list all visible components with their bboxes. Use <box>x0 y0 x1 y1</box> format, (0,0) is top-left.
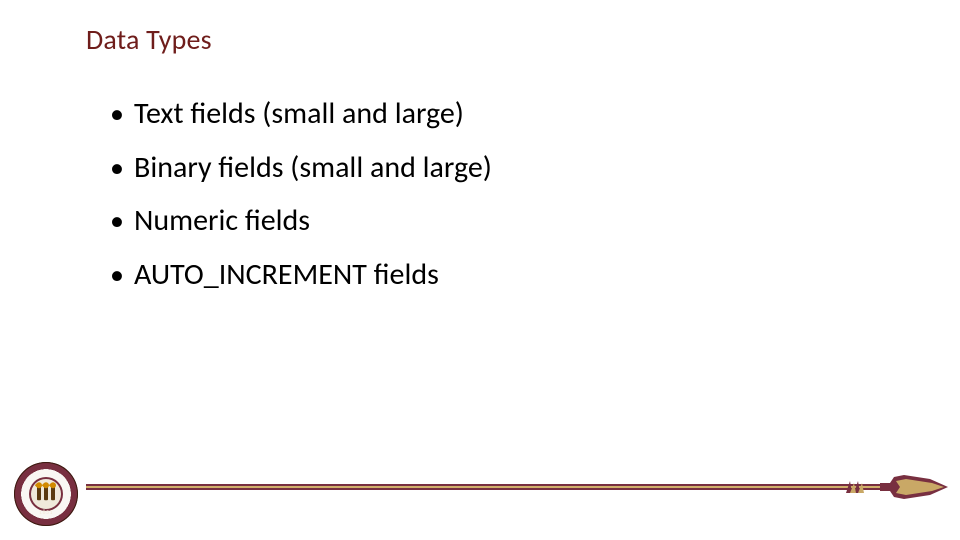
university-seal-icon: 1851 <box>14 462 78 526</box>
list-item: • AUTO_INCREMENT fields <box>110 256 492 294</box>
list-item: • Numeric fields <box>110 202 492 240</box>
bullet-icon: • <box>110 207 134 235</box>
list-item-text: AUTO_INCREMENT fields <box>134 256 439 294</box>
list-item-text: Text fields (small and large) <box>134 95 464 133</box>
slide-title: Data Types <box>86 22 212 57</box>
seal-year: 1851 <box>39 508 53 516</box>
bullet-list: • Text fields (small and large) • Binary… <box>110 95 492 309</box>
bullet-icon: • <box>110 261 134 289</box>
list-item-text: Binary fields (small and large) <box>134 149 492 187</box>
bullet-icon: • <box>110 154 134 182</box>
list-item: • Binary fields (small and large) <box>110 149 492 187</box>
feather-icon <box>844 479 870 495</box>
bullet-icon: • <box>110 100 134 128</box>
slide: Data Types • Text fields (small and larg… <box>0 0 960 540</box>
spearhead-icon <box>880 473 950 501</box>
spear-divider-icon <box>86 481 950 495</box>
list-item-text: Numeric fields <box>134 202 310 240</box>
list-item: • Text fields (small and large) <box>110 95 492 133</box>
footer: 1851 <box>0 440 960 540</box>
